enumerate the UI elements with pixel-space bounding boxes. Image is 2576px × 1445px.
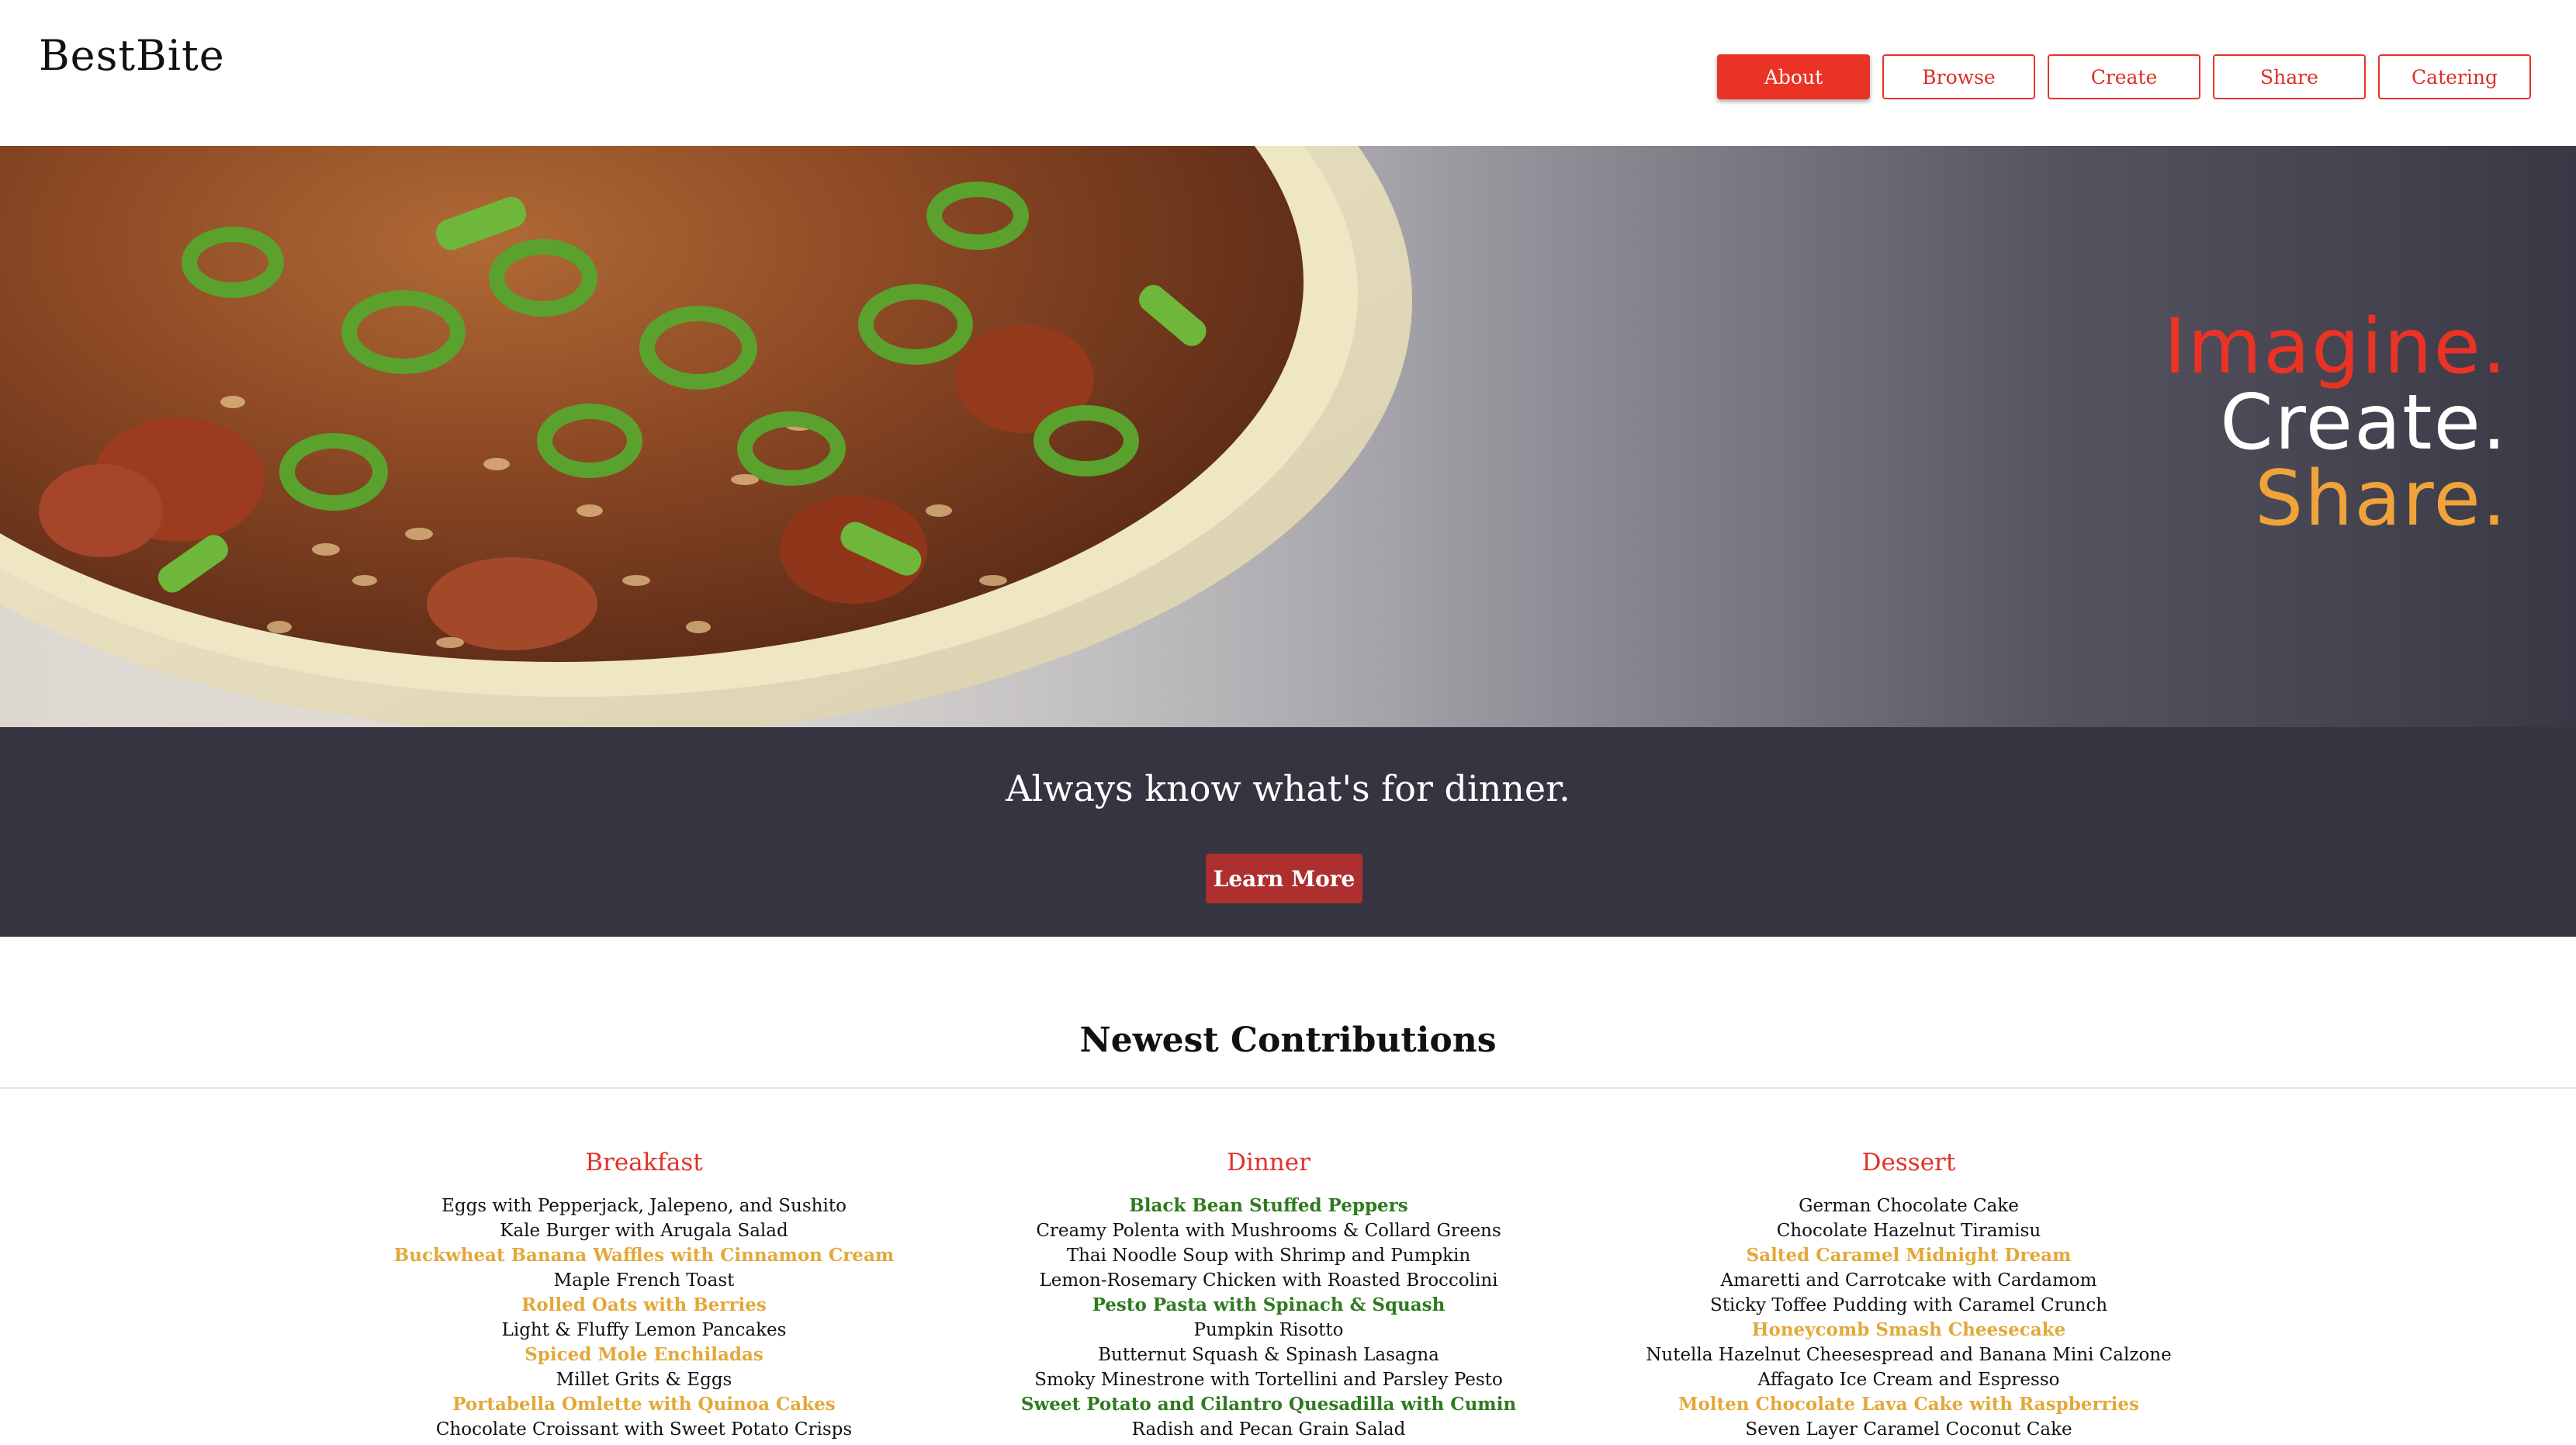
dinner-list: Black Bean Stuffed Peppers Creamy Polenta… [950, 1194, 1587, 1442]
hero-slogan: Imagine. Create. Share. [2164, 309, 2508, 537]
recipe-link[interactable]: Kale Burger with Arugala Salad [326, 1218, 962, 1243]
recipe-link[interactable]: Honeycomb Smash Cheesecake [1591, 1318, 2227, 1343]
recipe-link[interactable]: Buckwheat Banana Waffles with Cinnamon C… [326, 1243, 962, 1268]
hero-banner: Imagine. Create. Share. [0, 146, 2576, 727]
recipe-link[interactable]: Pumpkin Risotto [950, 1318, 1587, 1343]
recipe-link[interactable]: Sticky Toffee Pudding with Caramel Crunc… [1591, 1293, 2227, 1318]
nav-catering-button[interactable]: Catering [2378, 54, 2531, 99]
recipe-link[interactable]: Creamy Polenta with Mushrooms & Collard … [950, 1218, 1587, 1243]
recipe-link[interactable]: Butternut Squash & Spinash Lasagna [950, 1343, 1587, 1367]
breakfast-column: Breakfast Eggs with Pepperjack, Jalepeno… [326, 1149, 962, 1442]
dinner-column: Dinner Black Bean Stuffed Peppers Creamy … [950, 1149, 1587, 1442]
recipe-link[interactable]: Thai Noodle Soup with Shrimp and Pumpkin [950, 1243, 1587, 1268]
nav-share-button[interactable]: Share [2213, 54, 2366, 99]
breakfast-list: Eggs with Pepperjack, Jalepeno, and Sush… [326, 1194, 962, 1442]
recipe-link[interactable]: Radish and Pecan Grain Salad [950, 1417, 1587, 1442]
dessert-heading[interactable]: Dessert [1591, 1149, 2227, 1176]
recipe-link[interactable]: Portabella Omlette with Quinoa Cakes [326, 1392, 962, 1417]
site-header: BestBite About Browse Create Share Cater… [0, 0, 2576, 146]
nav-browse-button[interactable]: Browse [1882, 54, 2035, 99]
dessert-column: Dessert German Chocolate Cake Chocolate H… [1591, 1149, 2227, 1442]
recipe-link[interactable]: Chocolate Hazelnut Tiramisu [1591, 1218, 2227, 1243]
nav-create-button[interactable]: Create [2048, 54, 2200, 99]
nav-about-button[interactable]: About [1717, 54, 1870, 99]
recipe-link[interactable]: Lemon-Rosemary Chicken with Roasted Broc… [950, 1268, 1587, 1293]
recipe-link[interactable]: Amaretti and Carrotcake with Cardamom [1591, 1268, 2227, 1293]
section-title: Newest Contributions [1079, 1021, 1497, 1060]
recipe-link[interactable]: German Chocolate Cake [1591, 1194, 2227, 1218]
recipe-link[interactable]: Sweet Potato and Cilantro Quesadilla wit… [950, 1392, 1587, 1417]
hero-food-photo [0, 146, 1443, 727]
dinner-heading[interactable]: Dinner [950, 1149, 1587, 1176]
main-nav: About Browse Create Share Catering [1717, 54, 2531, 99]
learn-more-button[interactable]: Learn More [1206, 854, 1362, 903]
recipe-link[interactable]: Molten Chocolate Lava Cake with Raspberr… [1591, 1392, 2227, 1417]
recipe-link[interactable]: Seven Layer Caramel Coconut Cake [1591, 1417, 2227, 1442]
recipe-link[interactable]: Nutella Hazelnut Cheesespread and Banana… [1591, 1343, 2227, 1367]
recipe-link[interactable]: Eggs with Pepperjack, Jalepeno, and Sush… [326, 1194, 962, 1218]
recipe-link[interactable]: Millet Grits & Eggs [326, 1367, 962, 1392]
recipe-link[interactable]: Spiced Mole Enchiladas [326, 1343, 962, 1367]
recipe-link[interactable]: Salted Caramel Midnight Dream [1591, 1243, 2227, 1268]
recipe-link[interactable]: Light & Fluffy Lemon Pancakes [326, 1318, 962, 1343]
tagline-band: Always know what's for dinner. Learn Mor… [0, 727, 2576, 937]
section-divider [0, 1087, 2576, 1089]
recipe-link[interactable]: Smoky Minestrone with Tortellini and Par… [950, 1367, 1587, 1392]
site-logo[interactable]: BestBite [39, 31, 225, 80]
slogan-create: Create. [2220, 379, 2508, 467]
tagline-text: Always know what's for dinner. [1006, 768, 1570, 809]
slogan-share: Share. [2255, 455, 2508, 543]
recipe-link[interactable]: Affagato Ice Cream and Espresso [1591, 1367, 2227, 1392]
slogan-imagine: Imagine. [2163, 303, 2508, 391]
dessert-list: German Chocolate Cake Chocolate Hazelnut … [1591, 1194, 2227, 1442]
recipe-link[interactable]: Maple French Toast [326, 1268, 962, 1293]
recipe-link[interactable]: Rolled Oats with Berries [326, 1293, 962, 1318]
recipe-link[interactable]: Black Bean Stuffed Peppers [950, 1194, 1587, 1218]
recipe-link[interactable]: Chocolate Croissant with Sweet Potato Cr… [326, 1417, 962, 1442]
recipe-link[interactable]: Pesto Pasta with Spinach & Squash [950, 1293, 1587, 1318]
breakfast-heading[interactable]: Breakfast [326, 1149, 962, 1176]
